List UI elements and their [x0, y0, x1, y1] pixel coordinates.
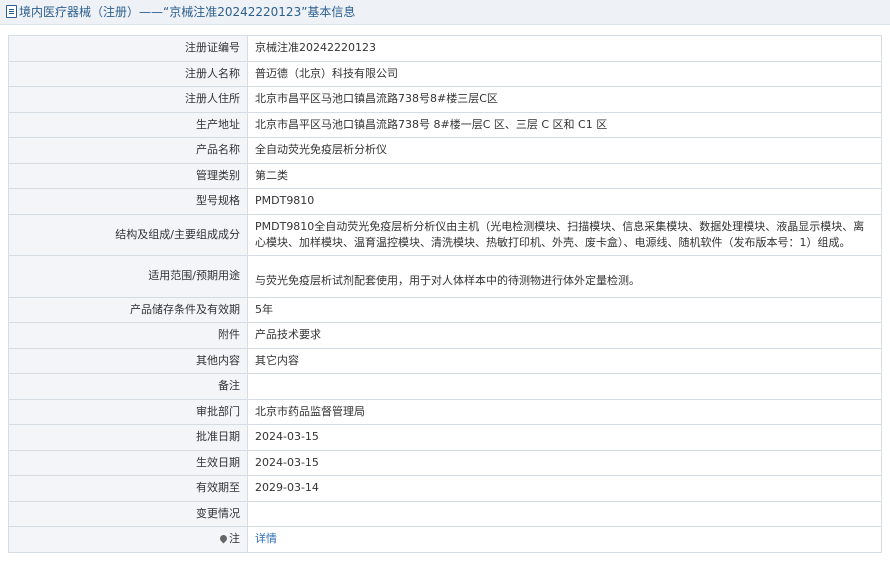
row-other-content: 其他内容 其它内容: [8, 347, 882, 374]
row-value: 北京市昌平区马池口镇昌流路738号 8#楼一层C 区、三层 C 区和 C1 区: [247, 111, 882, 138]
row-product-name: 产品名称 全自动荧光免疫层析分析仪: [8, 137, 882, 164]
row-label: 注册人名称: [8, 60, 248, 87]
row-label: 型号规格: [8, 188, 248, 215]
row-value: 京械注准20242220123: [247, 35, 882, 62]
row-label: 审批部门: [8, 398, 248, 425]
row-intended-use: 适用范围/预期用途 与荧光免疫层析试剂配套使用，用于对人体样本中的待测物进行体外…: [8, 254, 882, 298]
row-approval-department: 审批部门 北京市药品监督管理局: [8, 398, 882, 425]
row-storage-validity: 产品储存条件及有效期 5年: [8, 296, 882, 323]
row-label: 批准日期: [8, 424, 248, 451]
row-label: 其他内容: [8, 347, 248, 374]
row-registration-number: 注册证编号 京械注准20242220123: [8, 35, 882, 62]
row-model-spec: 型号规格 PMDT9810: [8, 188, 882, 215]
row-label: 产品名称: [8, 137, 248, 164]
row-label: 注: [8, 526, 248, 553]
row-label: 管理类别: [8, 162, 248, 189]
row-structure-composition: 结构及组成/主要组成成分 PMDT9810全自动荧光免疫层析分析仪由主机（光电检…: [8, 213, 882, 256]
document-icon: [6, 5, 17, 18]
row-approval-date: 批准日期 2024-03-15: [8, 424, 882, 451]
row-note: 注 详情: [8, 526, 882, 553]
row-value: 其它内容: [247, 347, 882, 374]
row-value: 全自动荧光免疫层析分析仪: [247, 137, 882, 164]
row-value: 2024-03-15: [247, 449, 882, 476]
row-value: [247, 373, 882, 400]
row-value: 普迈德（北京）科技有限公司: [247, 60, 882, 87]
row-label: 注册人住所: [8, 86, 248, 113]
row-value: [247, 500, 882, 527]
row-value: 2029-03-14: [247, 475, 882, 502]
row-valid-until: 有效期至 2029-03-14: [8, 475, 882, 502]
row-label: 附件: [8, 322, 248, 349]
row-value: 北京市昌平区马池口镇昌流路738号8#楼三层C区: [247, 86, 882, 113]
row-label: 注册证编号: [8, 35, 248, 62]
row-label: 有效期至: [8, 475, 248, 502]
details-link[interactable]: 详情: [255, 532, 277, 545]
row-registrant-address: 注册人住所 北京市昌平区马池口镇昌流路738号8#楼三层C区: [8, 86, 882, 113]
row-management-class: 管理类别 第二类: [8, 162, 882, 189]
row-value: 2024-03-15: [247, 424, 882, 451]
row-attachment: 附件 产品技术要求: [8, 322, 882, 349]
row-value: 详情: [247, 526, 882, 553]
row-change-status: 变更情况: [8, 500, 882, 527]
row-production-address: 生产地址 北京市昌平区马池口镇昌流路738号 8#楼一层C 区、三层 C 区和 …: [8, 111, 882, 138]
row-value: 产品技术要求: [247, 322, 882, 349]
row-value: PMDT9810全自动荧光免疫层析分析仪由主机（光电检测模块、扫描模块、信息采集…: [247, 213, 882, 256]
page-title-bar: 境内医疗器械（注册）——“京械注准20242220123”基本信息: [0, 0, 890, 25]
row-value: 5年: [247, 296, 882, 323]
note-label: 注: [229, 532, 240, 546]
row-label: 生产地址: [8, 111, 248, 138]
row-label: 结构及组成/主要组成成分: [8, 213, 248, 256]
row-label: 生效日期: [8, 449, 248, 476]
row-value-text: 与荧光免疫层析试剂配套使用，用于对人体样本中的待测物进行体外定量检测。: [255, 274, 640, 287]
row-value: 北京市药品监督管理局: [247, 398, 882, 425]
info-table-container: 注册证编号 京械注准20242220123 注册人名称 普迈德（北京）科技有限公…: [8, 35, 882, 553]
row-effective-date: 生效日期 2024-03-15: [8, 449, 882, 476]
pin-icon: [218, 533, 229, 544]
row-label: 适用范围/预期用途: [8, 254, 248, 298]
row-label: 产品储存条件及有效期: [8, 296, 248, 323]
row-label: 备注: [8, 373, 248, 400]
page-title: 境内医疗器械（注册）——“京械注准20242220123”基本信息: [19, 5, 356, 19]
info-table: 注册证编号 京械注准20242220123 注册人名称 普迈德（北京）科技有限公…: [8, 35, 882, 553]
row-registrant-name: 注册人名称 普迈德（北京）科技有限公司: [8, 60, 882, 87]
row-value: PMDT9810: [247, 188, 882, 215]
row-remarks: 备注: [8, 373, 882, 400]
row-label: 变更情况: [8, 500, 248, 527]
row-value: 第二类: [247, 162, 882, 189]
row-value: 与荧光免疫层析试剂配套使用，用于对人体样本中的待测物进行体外定量检测。: [247, 254, 882, 298]
